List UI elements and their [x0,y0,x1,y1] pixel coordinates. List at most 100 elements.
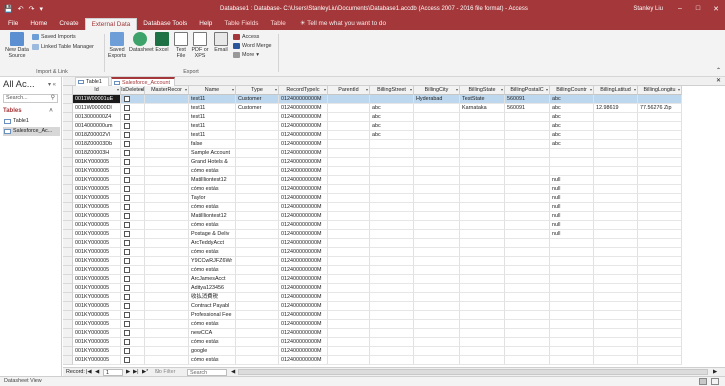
table-cell-billingcity[interactable] [414,347,460,356]
table-cell-billingcity[interactable] [414,266,460,275]
table-cell-name[interactable]: Matillliontest12 [189,212,236,221]
table-cell-billinglatitud[interactable] [594,311,638,320]
table-cell-billingstreet[interactable]: abc [370,122,414,131]
table-cell-recordtypeic[interactable]: 012400000000M [279,266,328,275]
table-cell-type[interactable]: Customer [236,95,279,104]
table-cell-id[interactable]: 001KY000005 [73,212,121,221]
table-cell-billingstate[interactable] [460,239,505,248]
table-cell-masterrecor[interactable] [145,248,189,257]
table-cell-parentid[interactable] [328,302,370,311]
table-cell-masterrecor[interactable] [145,194,189,203]
record-selector[interactable] [63,302,73,311]
table-cell-recordtypeic[interactable]: 012400000000M [279,338,328,347]
column-filter-icon[interactable]: ▾ [117,86,119,94]
table-cell-masterrecor[interactable] [145,149,189,158]
table-cell-billinglongitu[interactable] [638,347,682,356]
column-filter-icon[interactable]: ▾ [546,86,548,94]
table-cell-billingpostalc[interactable] [505,212,550,221]
table-cell-name[interactable]: test11 [189,122,236,131]
table-cell-billingcity[interactable] [414,104,460,113]
isdeleted-checkbox[interactable] [124,330,130,336]
table-cell-billingcity[interactable] [414,302,460,311]
table-cell-isdeleted[interactable] [121,284,145,293]
table-cell-billingstate[interactable] [460,338,505,347]
table-cell-billingpostalc[interactable] [505,338,550,347]
table-cell-name[interactable]: cómo estás [189,266,236,275]
column-header-billingcity[interactable]: BillingCity ▾ [414,86,460,95]
table-cell-billingcity[interactable] [414,221,460,230]
table-cell-billingcity[interactable] [414,293,460,302]
isdeleted-checkbox[interactable] [124,303,130,309]
table-cell-parentid[interactable] [328,239,370,248]
first-record-icon[interactable]: |◀ [86,368,92,376]
isdeleted-checkbox[interactable] [124,177,130,183]
tell-me-box[interactable]: ☀ Tell me what you want to do [292,18,392,30]
column-filter-icon[interactable]: ▾ [324,86,326,94]
table-cell-billinglongitu[interactable] [638,113,682,122]
table-cell-billinglongitu[interactable] [638,95,682,104]
table-cell-billinglongitu[interactable] [638,257,682,266]
table-cell-billingcountr[interactable] [550,284,594,293]
isdeleted-checkbox[interactable] [124,222,130,228]
new-data-source-button[interactable]: New Data Source [4,32,30,59]
table-cell-type[interactable] [236,131,279,140]
table-cell-name[interactable]: cómo estás [189,248,236,257]
table-cell-billingstate[interactable] [460,194,505,203]
table-cell-recordtypeic[interactable]: 012400000000M [279,122,328,131]
table-cell-billingcity[interactable] [414,239,460,248]
table-cell-billinglongitu[interactable] [638,212,682,221]
table-cell-billingcountr[interactable] [550,167,594,176]
pdf-xps-export-button[interactable]: PDF or XPS [191,32,209,59]
table-cell-id[interactable]: 0013000000Z4 [73,113,121,122]
table-cell-id[interactable]: 001KY000005 [73,257,121,266]
table-cell-billingcity[interactable] [414,113,460,122]
column-filter-icon[interactable]: ▾ [366,86,368,94]
last-record-icon[interactable]: ▶| [133,368,139,376]
table-cell-parentid[interactable] [328,212,370,221]
table-cell-id[interactable]: 001KY000005 [73,302,121,311]
record-selector[interactable] [63,212,73,221]
table-cell-billinglongitu[interactable] [638,248,682,257]
table-cell-billinglongitu[interactable] [638,329,682,338]
table-cell-recordtypeic[interactable]: 012400000000M [279,302,328,311]
table-cell-billinglatitud[interactable] [594,212,638,221]
table-cell-billinglatitud[interactable] [594,302,638,311]
table-cell-billingcountr[interactable] [550,239,594,248]
table-cell-billingpostalc[interactable] [505,230,550,239]
record-selector[interactable] [63,275,73,284]
table-cell-id[interactable]: 001KY000005 [73,248,121,257]
table-cell-type[interactable] [236,176,279,185]
table-cell-billingpostalc[interactable] [505,203,550,212]
tab-help[interactable]: Help [193,18,218,30]
table-cell-isdeleted[interactable] [121,230,145,239]
table-cell-billinglatitud[interactable] [594,167,638,176]
record-selector[interactable] [63,311,73,320]
table-cell-billinglatitud[interactable] [594,275,638,284]
record-selector[interactable] [63,230,73,239]
table-cell-billingpostalc[interactable] [505,347,550,356]
table-cell-billingstate[interactable] [460,284,505,293]
table-cell-billinglatitud[interactable] [594,320,638,329]
table-cell-billinglongitu[interactable] [638,185,682,194]
column-filter-icon[interactable]: ▾ [275,86,277,94]
column-header-type[interactable]: Type ▾ [236,86,279,95]
table-cell-billingcountr[interactable]: abc [550,104,594,113]
table-cell-masterrecor[interactable] [145,329,189,338]
table-cell-id[interactable]: 0011W00001uE [73,95,121,104]
table-cell-name[interactable]: Y9CCwRJFZ6Wr [189,257,236,266]
table-cell-billingstate[interactable] [460,347,505,356]
table-cell-id[interactable]: 001KY000005 [73,203,121,212]
table-cell-type[interactable] [236,194,279,203]
table-cell-billingcity[interactable] [414,158,460,167]
table-cell-billingcountr[interactable] [550,338,594,347]
table-cell-billingstate[interactable] [460,149,505,158]
table-cell-parentid[interactable] [328,293,370,302]
table-cell-masterrecor[interactable] [145,158,189,167]
table-cell-id[interactable]: 001KY000005 [73,176,121,185]
table-cell-isdeleted[interactable] [121,167,145,176]
column-header-billingcountr[interactable]: BillingCountr ▾ [550,86,594,95]
table-cell-billingcountr[interactable]: abc [550,122,594,131]
table-cell-id[interactable]: 001KY000005 [73,284,121,293]
tab-database-tools[interactable]: Database Tools [137,18,193,30]
table-cell-name[interactable]: test11 [189,113,236,122]
